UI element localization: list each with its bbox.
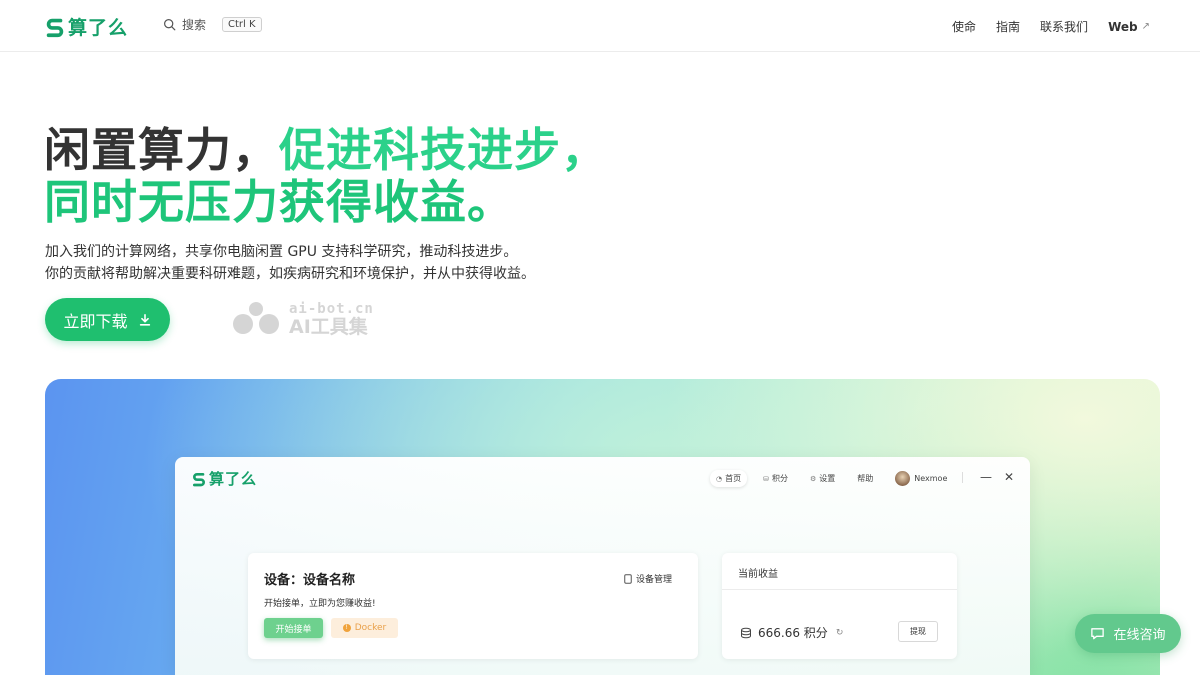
earnings-divider — [722, 589, 957, 590]
app-user-name: Nexmoe — [914, 474, 948, 483]
hero-description: 加入我们的计算网络，共享你电脑闲置 GPU 支持科学研究，推动科技进步。 你的贡… — [45, 241, 535, 285]
hero-desc-line2: 你的贡献将帮助解决重要科研难题，如疾病研究和环境保护，并从中获得收益。 — [45, 266, 535, 282]
hero-title-line2: 同时无压力获得收益。 — [44, 175, 514, 229]
docker-label: Docker — [354, 623, 387, 633]
hero-title: 闲置算力，促进科技进步， 同时无压力获得收益。 — [44, 124, 608, 228]
nav-link-mission[interactable]: 使命 — [952, 18, 976, 35]
phone-icon — [624, 573, 632, 584]
watermark-name: AI工具集 — [289, 316, 368, 338]
device-manage-label: 设备管理 — [635, 575, 672, 585]
device-subtitle: 开始接单，立即为您赚收益! — [264, 599, 376, 609]
minimize-icon[interactable]: — — [980, 470, 992, 484]
main-nav: 使命 指南 联系我们 Web ↗ — [952, 18, 1150, 35]
search-icon — [164, 19, 176, 31]
online-consult-button[interactable]: 在线咨询 — [1075, 614, 1181, 653]
app-nav: ◔ 首页 ⛁ 积分 ⚙ 设置 帮助 Nexmoe — [710, 470, 947, 487]
watermark: ai-bot.cn AI工具集 — [231, 300, 374, 338]
hero-title-dark: 闲置算力， — [44, 123, 279, 177]
app-nav-help[interactable]: 帮助 — [851, 470, 879, 487]
device-manage-link[interactable]: 设备管理 — [624, 572, 672, 585]
earnings-title: 当前收益 — [738, 569, 778, 580]
app-nav-help-label: 帮助 — [857, 474, 874, 483]
top-navbar: 算了么 搜索 Ctrl K 使命 指南 联系我们 Web ↗ — [0, 0, 1200, 52]
nav-link-web[interactable]: Web ↗ — [1108, 18, 1150, 35]
hero-title-green: 促进科技进步， — [279, 123, 608, 177]
search-label: 搜索 — [182, 18, 207, 32]
chat-bubble-icon — [1091, 628, 1105, 640]
app-user-menu[interactable]: Nexmoe — [895, 471, 947, 486]
start-order-button[interactable]: 开始接单 — [264, 618, 323, 638]
home-icon: ◔ — [716, 474, 723, 483]
brand-logo[interactable]: 算了么 — [44, 13, 128, 40]
database-icon — [741, 627, 751, 638]
nav-link-guide[interactable]: 指南 — [996, 18, 1020, 35]
app-logo-s-icon — [193, 472, 205, 486]
app-nav-settings[interactable]: ⚙ 设置 — [804, 470, 841, 487]
online-consult-label: 在线咨询 — [1113, 628, 1166, 643]
window-controls-divider — [961, 472, 963, 483]
close-icon[interactable]: ✕ — [1004, 470, 1014, 484]
gear-icon: ⚙ — [809, 474, 817, 483]
app-nav-points[interactable]: ⛁ 积分 — [757, 470, 794, 487]
nav-link-web-label: Web — [1108, 19, 1138, 34]
download-button[interactable]: 立即下载 — [45, 298, 170, 341]
nav-link-contact[interactable]: 联系我们 — [1040, 18, 1088, 35]
external-link-icon: ↗ — [1141, 21, 1150, 32]
app-brand-name: 算了么 — [209, 470, 258, 488]
watermark-logo-icon — [233, 302, 279, 334]
refresh-icon[interactable]: ↻ — [836, 628, 844, 638]
search-shortcut-badge: Ctrl K — [222, 17, 262, 32]
window-controls: — ✕ — [961, 470, 1014, 484]
info-icon: ! — [342, 624, 351, 632]
earnings-card: 当前收益 666.66 积分 ↻ 提现 — [722, 553, 957, 659]
download-icon — [139, 313, 150, 326]
hero-desc-line1: 加入我们的计算网络，共享你电脑闲置 GPU 支持科学研究，推动科技进步。 — [45, 244, 518, 260]
withdraw-button[interactable]: 提现 — [898, 621, 938, 642]
earnings-value-row: 666.66 积分 ↻ — [740, 624, 843, 641]
coins-icon: ⛁ — [763, 474, 769, 483]
app-nav-settings-label: 设置 — [819, 474, 836, 483]
device-title: 设备：设备名称 — [264, 573, 356, 588]
brand-name: 算了么 — [68, 17, 129, 39]
app-brand-logo: 算了么 — [191, 468, 257, 489]
app-nav-points-label: 积分 — [771, 474, 788, 483]
avatar — [895, 471, 911, 486]
app-nav-home[interactable]: ◔ 首页 — [710, 470, 748, 487]
search-trigger[interactable]: 搜索 Ctrl K — [163, 16, 262, 33]
app-nav-home-label: 首页 — [725, 474, 742, 483]
logo-s-icon — [46, 18, 64, 37]
download-label: 立即下载 — [63, 311, 128, 331]
device-card: 设备：设备名称 设备管理 开始接单，立即为您赚收益! 开始接单 ! Docker — [248, 553, 698, 659]
docker-button[interactable]: ! Docker — [331, 618, 398, 638]
earnings-value: 666.66 积分 — [758, 626, 828, 640]
